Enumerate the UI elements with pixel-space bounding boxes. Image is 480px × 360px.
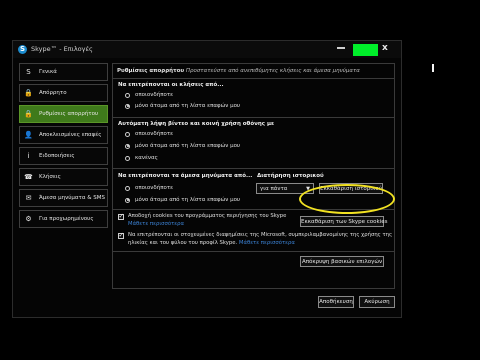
im-option-anyone[interactable]: οποιονδήποτε	[125, 185, 173, 191]
video-option-contacts[interactable]: μόνο άτομα από τη λίστα επαφών μου	[125, 143, 240, 149]
radio-label: κανένας	[135, 155, 158, 161]
phone-icon: ☎	[24, 173, 33, 181]
sidebar-item-label: Κλήσεις	[39, 174, 61, 180]
panel-header-description: Προστατεύστε από ανεπιθύμητες κλήσεις κα…	[184, 68, 360, 74]
sidebar-item-label: Άμεσα μηνύματα & SMS	[39, 195, 105, 201]
ads-label-line-1: Να επιτρέπονται οι στοχευμένες διαφημίσε…	[128, 232, 393, 238]
radio-label: οποιονδήποτε	[135, 92, 174, 98]
radio-label: μόνο άτομα από τη λίστα επαφών μου	[135, 103, 241, 109]
radio-button[interactable]	[125, 143, 130, 149]
gear-icon: ⚙	[25, 215, 32, 223]
sidebar-item[interactable]: ☎ Κλήσεις	[19, 168, 108, 186]
skype-icon: S	[26, 68, 31, 76]
sidebar-item[interactable]: 👤 Αποκλεισμένες επαφές	[19, 126, 108, 144]
video-option-nobody[interactable]: κανένας	[125, 155, 158, 161]
cookies-learn-more-link[interactable]: Μάθετε περισσότερα	[128, 221, 184, 227]
cookies-label: Αποδοχή cookies του προγράμματος περιήγη…	[128, 213, 287, 219]
options-sidebar: S Γενικά 🔒 Απόρρητο 🔒 Ρυθμίσεις απορρήτου 👤 Απο…	[19, 63, 108, 231]
sidebar-item[interactable]: ✉ Άμεσα μηνύματα & SMS	[19, 189, 108, 207]
hide-basic-options-button[interactable]: Απόκρυψη βασικών επιλογών	[300, 256, 384, 267]
video-section-title: Αυτόματη λήψη βίντεο και κοινή χρήση οθό…	[118, 121, 275, 127]
info-icon: i	[27, 152, 30, 160]
sidebar-item[interactable]: i Ειδοποιήσεις	[19, 147, 108, 165]
divider	[113, 78, 394, 79]
radio-label: οποιονδήποτε	[135, 185, 174, 191]
lock-icon: 🔒	[24, 110, 33, 118]
sidebar-item-label: Ειδοποιήσεις	[39, 153, 75, 159]
ads-label-line-2: ηλικίας και του φύλου του προφίλ Skype.	[128, 239, 238, 246]
sidebar-item[interactable]: ⚙ Για προχωρημένους	[19, 210, 108, 228]
radio-label: οποιονδήποτε	[135, 131, 174, 137]
calls-option-anyone[interactable]: οποιονδήποτε	[125, 92, 173, 98]
ads-text-block: Να επιτρέπονται οι στοχευμένες διαφημίσε…	[128, 232, 392, 247]
cancel-button[interactable]: Ακύρωση	[359, 296, 395, 308]
calls-section-title: Να επιτρέπονται οι κλήσεις από...	[118, 82, 224, 88]
checkbox[interactable]	[118, 212, 124, 220]
maximize-button[interactable]	[353, 44, 378, 56]
lock-icon: 🔒	[24, 89, 33, 97]
minimize-button[interactable]	[337, 47, 345, 49]
clear-skype-cookies-button[interactable]: Εκκαθάριση των Skype cookies	[300, 216, 387, 227]
sidebar-item-label: Για προχωρημένους	[39, 216, 94, 222]
calls-option-contacts[interactable]: μόνο άτομα από τη λίστα επαφών μου	[125, 103, 240, 109]
im-section-title: Να επιτρέπονται τα άμεσα μηνύματα από...	[118, 173, 253, 179]
sidebar-item-label: Αποκλεισμένες επαφές	[39, 132, 102, 138]
history-section-title: Διατήρηση ιστορικού	[257, 173, 324, 179]
history-duration-value: για πάντα	[260, 186, 288, 192]
radio-button[interactable]	[125, 103, 130, 109]
close-button[interactable]: x	[382, 43, 388, 53]
radio-button[interactable]	[125, 92, 130, 98]
sidebar-item[interactable]: 🔒 Ρυθμίσεις απορρήτου	[19, 105, 108, 123]
video-option-anyone[interactable]: οποιονδήποτε	[125, 131, 173, 137]
cookies-text-block: Αποδοχή cookies του προγράμματος περιήγη…	[128, 213, 286, 228]
skype-icon: S	[18, 45, 27, 54]
ads-learn-more-link[interactable]: Μάθετε περισσότερα	[239, 240, 295, 246]
highlight-ring-annotation	[299, 184, 395, 214]
skype-options-window: S Skype™ - Επιλογές x S Γενικά 🔒 Απόρρητο 🔒 Ρ…	[12, 40, 402, 318]
accept-cookies-option[interactable]: Αποδοχή cookies του προγράμματος περιήγη…	[118, 212, 286, 228]
radio-label: μόνο άτομα από τη λίστα επαφών μου	[135, 197, 241, 203]
blocked-contacts-icon: 👤	[24, 131, 33, 139]
save-button[interactable]: Αποθήκευση	[318, 296, 354, 308]
divider	[113, 117, 394, 118]
title-bar: S Skype™ - Επιλογές x	[13, 41, 401, 58]
sidebar-item-label: Απόρρητο	[39, 90, 67, 96]
radio-button[interactable]	[125, 131, 130, 137]
targeted-ads-option[interactable]: Να επιτρέπονται οι στοχευμένες διαφημίσε…	[118, 231, 392, 247]
text-cursor	[432, 64, 434, 72]
divider	[113, 168, 394, 169]
radio-button[interactable]	[125, 155, 130, 161]
sidebar-item-label: Ρυθμίσεις απορρήτου	[39, 111, 99, 117]
chat-icon: ✉	[25, 194, 32, 202]
sidebar-item-label: Γενικά	[39, 69, 57, 75]
privacy-settings-panel: Ρυθμίσεις απορρήτου Προστατεύστε από ανε…	[112, 63, 395, 289]
window-title: Skype™ - Επιλογές	[31, 45, 93, 53]
im-option-contacts[interactable]: μόνο άτομα από τη λίστα επαφών μου	[125, 197, 240, 203]
radio-button[interactable]	[125, 197, 130, 203]
radio-button[interactable]	[125, 185, 130, 191]
divider	[113, 251, 394, 252]
panel-header: Ρυθμίσεις απορρήτου Προστατεύστε από ανε…	[117, 68, 360, 74]
sidebar-item[interactable]: S Γενικά	[19, 63, 108, 81]
sidebar-item[interactable]: 🔒 Απόρρητο	[19, 84, 108, 102]
checkbox[interactable]	[118, 231, 124, 239]
panel-header-title: Ρυθμίσεις απορρήτου	[117, 68, 185, 74]
radio-label: μόνο άτομα από τη λίστα επαφών μου	[135, 143, 241, 149]
